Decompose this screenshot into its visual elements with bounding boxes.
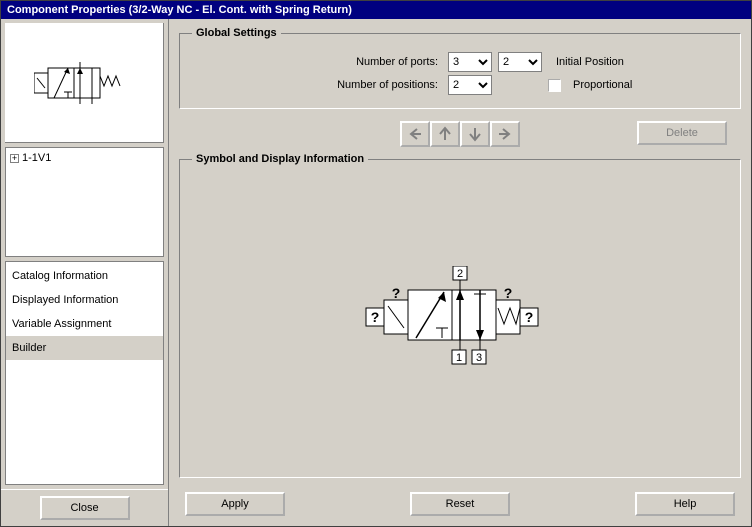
content-area: + 1-1V1 Catalog Information Displayed In…: [1, 19, 751, 526]
arrow-buttons-row: Delete: [179, 121, 741, 147]
nav-catalog-information[interactable]: Catalog Information: [6, 264, 163, 288]
symbol-display-group: Symbol and Display Information 2 ? ?: [179, 153, 741, 478]
nav-item-label: Builder: [12, 342, 46, 354]
initial-position-select[interactable]: 2: [498, 52, 542, 72]
component-preview: [5, 23, 164, 143]
arrow-up-icon: [438, 126, 452, 142]
port-bottom-left-label: 1: [456, 352, 462, 364]
component-properties-window: Component Properties (3/2-Way NC - El. C…: [0, 0, 752, 527]
svg-text:?: ?: [525, 309, 534, 325]
tree-root-label: 1-1V1: [22, 152, 51, 164]
component-tree[interactable]: + 1-1V1: [5, 147, 164, 257]
footer-buttons: Apply Reset Help: [179, 486, 741, 518]
nav-item-label: Displayed Information: [12, 294, 118, 306]
arrow-down-icon: [468, 126, 482, 142]
nav-builder[interactable]: Builder: [6, 336, 163, 360]
left-panel: + 1-1V1 Catalog Information Displayed In…: [1, 19, 169, 526]
svg-text:?: ?: [392, 285, 401, 301]
right-panel: Global Settings Number of ports: 3 2 Ini…: [169, 19, 751, 526]
symbol-display-legend: Symbol and Display Information: [192, 153, 368, 165]
nav-displayed-information[interactable]: Displayed Information: [6, 288, 163, 312]
port-top-label: 2: [457, 268, 463, 280]
row-ports: Number of ports: 3 2 Initial Position: [192, 52, 728, 72]
preview-symbol-icon: [34, 58, 134, 108]
nav-item-label: Catalog Information: [12, 270, 108, 282]
proportional-label: Proportional: [573, 79, 632, 91]
ports-label: Number of ports:: [192, 56, 442, 68]
proportional-checkbox[interactable]: [548, 79, 561, 92]
global-settings-legend: Global Settings: [192, 27, 281, 39]
delete-button[interactable]: Delete: [637, 121, 727, 145]
symbol-canvas[interactable]: 2 ? ?: [192, 175, 728, 467]
port-bottom-right-label: 3: [476, 352, 482, 364]
ports-select[interactable]: 3: [448, 52, 492, 72]
valve-symbol-icon: 2 ? ?: [360, 266, 560, 376]
row-positions: Number of positions: 2 Proportional: [192, 75, 728, 95]
global-settings-group: Global Settings Number of ports: 3 2 Ini…: [179, 27, 741, 109]
nav-variable-assignment[interactable]: Variable Assignment: [6, 312, 163, 336]
arrow-up-button[interactable]: [430, 121, 460, 147]
help-button[interactable]: Help: [635, 492, 735, 516]
arrow-right-button[interactable]: [490, 121, 520, 147]
nav-item-label: Variable Assignment: [12, 318, 111, 330]
svg-text:?: ?: [504, 285, 513, 301]
reset-button[interactable]: Reset: [410, 492, 510, 516]
close-row: Close: [1, 489, 168, 526]
tree-expander-icon[interactable]: +: [10, 154, 19, 163]
tree-root-item[interactable]: + 1-1V1: [10, 152, 159, 164]
close-button[interactable]: Close: [40, 496, 130, 520]
window-title: Component Properties (3/2-Way NC - El. C…: [7, 4, 352, 16]
window-titlebar: Component Properties (3/2-Way NC - El. C…: [1, 1, 751, 19]
arrow-down-button[interactable]: [460, 121, 490, 147]
arrow-right-icon: [497, 127, 513, 141]
arrow-left-button[interactable]: [400, 121, 430, 147]
arrow-left-icon: [407, 127, 423, 141]
positions-select[interactable]: 2: [448, 75, 492, 95]
positions-label: Number of positions:: [192, 79, 442, 91]
svg-text:?: ?: [371, 309, 380, 325]
nav-list: Catalog Information Displayed Informatio…: [5, 261, 164, 485]
apply-button[interactable]: Apply: [185, 492, 285, 516]
initial-position-label: Initial Position: [556, 56, 624, 68]
